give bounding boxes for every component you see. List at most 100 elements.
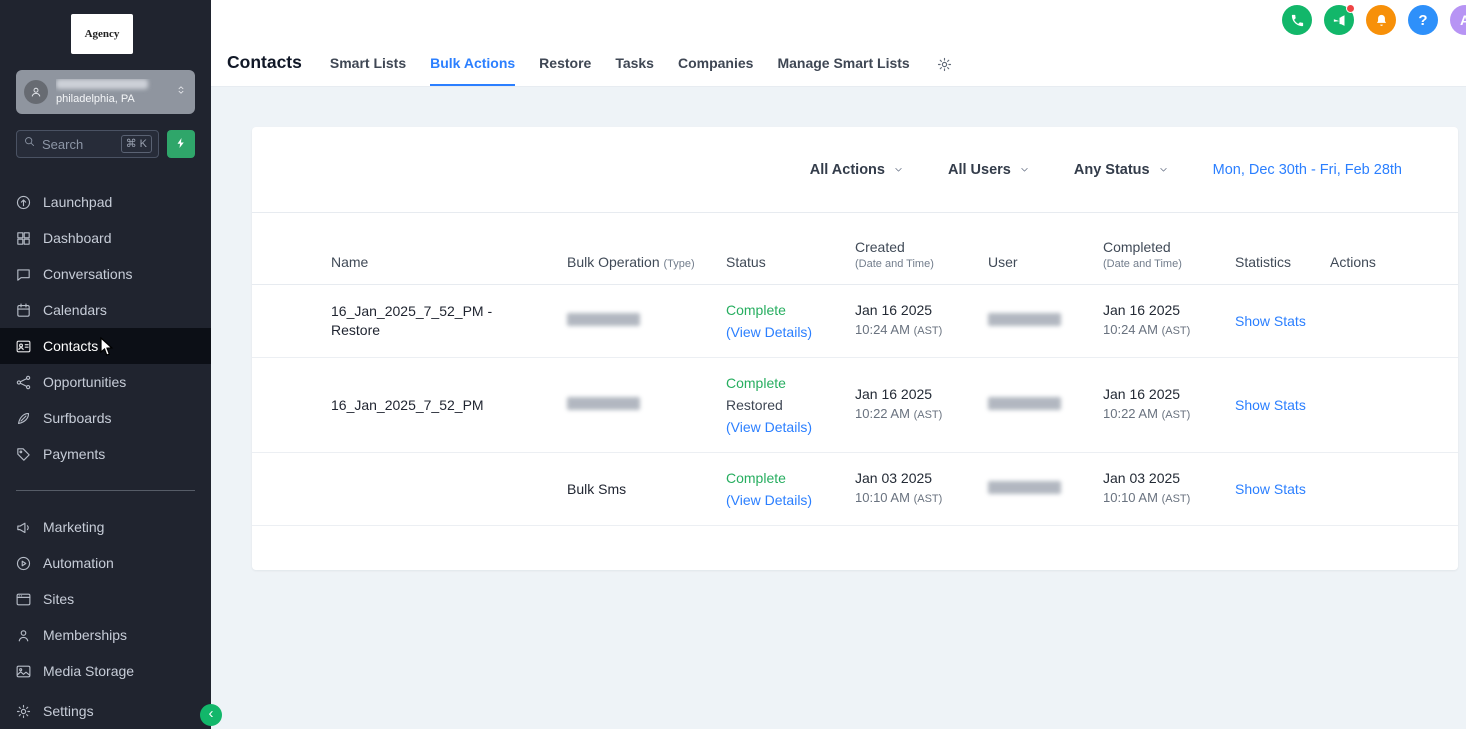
chevron-down-icon [1158, 164, 1169, 175]
tab-restore[interactable]: Restore [539, 55, 591, 86]
account-expand-chevrons-icon [175, 83, 187, 102]
account-name-redacted [56, 79, 148, 89]
col-statistics: Statistics [1235, 254, 1330, 270]
row-completed: Jan 16 2025 10:24 AM (AST) [1103, 301, 1235, 341]
col-actions: Actions [1330, 254, 1434, 270]
notification-bell-icon[interactable] [1366, 5, 1396, 35]
filters-row: All Actions All Users Any Status Mon, De… [252, 127, 1458, 213]
sidebar-item-media-storage[interactable]: Media Storage [0, 653, 211, 689]
status-secondary-text: Restored [726, 394, 855, 416]
tab-manage-smart-lists[interactable]: Manage Smart Lists [777, 55, 909, 86]
account-switcher[interactable]: philadelphia, PA [16, 70, 195, 114]
row-created: Jan 16 2025 10:24 AM (AST) [855, 301, 988, 341]
sidebar-item-label: Surfboards [43, 410, 111, 426]
account-avatar-icon [24, 80, 48, 104]
search-input[interactable]: Search ⌘ K [16, 130, 159, 158]
sidebar-item-launchpad[interactable]: Launchpad [0, 184, 211, 220]
sidebar-item-opportunities[interactable]: Opportunities [0, 364, 211, 400]
status-text: Complete [726, 372, 855, 394]
account-location: philadelphia, PA [56, 93, 175, 105]
row-operation [567, 397, 726, 413]
row-status: Complete (View Details) [726, 467, 855, 511]
col-created: Created (Date and Time) [855, 239, 988, 270]
chevron-down-icon [1019, 164, 1030, 175]
show-stats-link[interactable]: Show Stats [1235, 481, 1306, 497]
search-placeholder: Search [42, 137, 83, 152]
sidebar-item-label: Dashboard [43, 230, 112, 246]
sidebar-item-label: Automation [43, 555, 114, 571]
sidebar-item-label: Memberships [43, 627, 127, 643]
topbar-icons: ? A [1282, 5, 1466, 35]
search-shortcut-badge: ⌘ K [121, 135, 152, 153]
col-user: User [988, 254, 1103, 270]
contacts-settings-gear-icon[interactable] [936, 56, 953, 86]
sidebar-item-label: Sites [43, 591, 74, 607]
col-completed: Completed (Date and Time) [1103, 239, 1235, 270]
main-area: ? A Contacts Smart Lists Bulk Actions Re… [211, 0, 1466, 729]
tab-smart-lists[interactable]: Smart Lists [330, 55, 406, 86]
sidebar-nav: Launchpad Dashboard Conversations Calend… [0, 184, 211, 729]
sidebar-item-marketing[interactable]: Marketing [0, 509, 211, 545]
date-range-picker[interactable]: Mon, Dec 30th - Fri, Feb 28th [1213, 162, 1402, 178]
help-icon[interactable]: ? [1408, 5, 1438, 35]
view-details-link[interactable]: (View Details) [726, 416, 855, 438]
sidebar-item-calendars[interactable]: Calendars [0, 292, 211, 328]
sidebar-item-automation[interactable]: Automation [0, 545, 211, 581]
row-status: Complete (View Details) [726, 299, 855, 343]
sidebar-item-memberships[interactable]: Memberships [0, 617, 211, 653]
view-details-link[interactable]: (View Details) [726, 489, 855, 511]
row-statistics: Show Stats [1235, 397, 1330, 413]
view-details-link[interactable]: (View Details) [726, 321, 855, 343]
calendars-icon [14, 301, 32, 319]
dashboard-icon [14, 229, 32, 247]
agency-logo: Agency [71, 14, 133, 54]
sidebar-item-sites[interactable]: Sites [0, 581, 211, 617]
app-root: Agency philadelphia, PA Search ⌘ K [0, 0, 1466, 729]
sidebar-item-label: Calendars [43, 302, 107, 318]
actions-filter-dropdown[interactable]: All Actions [810, 162, 904, 178]
bulk-actions-card: All Actions All Users Any Status Mon, De… [252, 127, 1458, 570]
memberships-icon [14, 626, 32, 644]
tab-companies[interactable]: Companies [678, 55, 753, 86]
phone-icon[interactable] [1282, 5, 1312, 35]
launchpad-icon [14, 193, 32, 211]
sidebar-item-surfboards[interactable]: Surfboards [0, 400, 211, 436]
row-user [988, 481, 1103, 497]
row-name: 16_Jan_2025_7_52_PM [331, 396, 567, 415]
users-filter-dropdown[interactable]: All Users [948, 162, 1030, 178]
row-operation: Bulk Sms [567, 481, 726, 497]
tab-tasks[interactable]: Tasks [615, 55, 654, 86]
col-status: Status [726, 254, 855, 270]
redacted-user [988, 481, 1061, 494]
sidebar-item-label: Conversations [43, 266, 133, 282]
row-created: Jan 03 2025 10:10 AM (AST) [855, 469, 988, 509]
sidebar-divider [16, 490, 195, 491]
redacted-operation [567, 313, 640, 326]
automation-icon [14, 554, 32, 572]
sidebar-item-label: Media Storage [43, 663, 134, 679]
sidebar-item-payments[interactable]: Payments [0, 436, 211, 472]
table-row: 16_Jan_2025_7_52_PM - Restore Complete (… [252, 285, 1458, 358]
table-row: 16_Jan_2025_7_52_PM Complete Restored (V… [252, 358, 1458, 453]
row-completed: Jan 03 2025 10:10 AM (AST) [1103, 469, 1235, 509]
show-stats-link[interactable]: Show Stats [1235, 397, 1306, 413]
sidebar-item-label: Contacts [43, 338, 98, 354]
row-created: Jan 16 2025 10:22 AM (AST) [855, 385, 988, 425]
avatar[interactable]: A [1450, 5, 1466, 35]
contacts-icon [14, 337, 32, 355]
sidebar-item-contacts[interactable]: Contacts [0, 328, 211, 364]
payments-icon [14, 445, 32, 463]
sites-icon [14, 590, 32, 608]
announcement-icon[interactable] [1324, 5, 1354, 35]
tab-bulk-actions[interactable]: Bulk Actions [430, 55, 515, 86]
row-status: Complete Restored (View Details) [726, 372, 855, 438]
sidebar-collapse-button[interactable]: ‹ [200, 704, 222, 726]
table-header: Name Bulk Operation (Type) Status Create… [252, 213, 1458, 285]
quick-actions-button[interactable] [167, 130, 195, 158]
sidebar-item-dashboard[interactable]: Dashboard [0, 220, 211, 256]
sidebar-item-conversations[interactable]: Conversations [0, 256, 211, 292]
sidebar-item-settings[interactable]: Settings [0, 693, 211, 729]
show-stats-link[interactable]: Show Stats [1235, 313, 1306, 329]
status-filter-dropdown[interactable]: Any Status [1074, 162, 1169, 178]
row-user [988, 397, 1103, 413]
